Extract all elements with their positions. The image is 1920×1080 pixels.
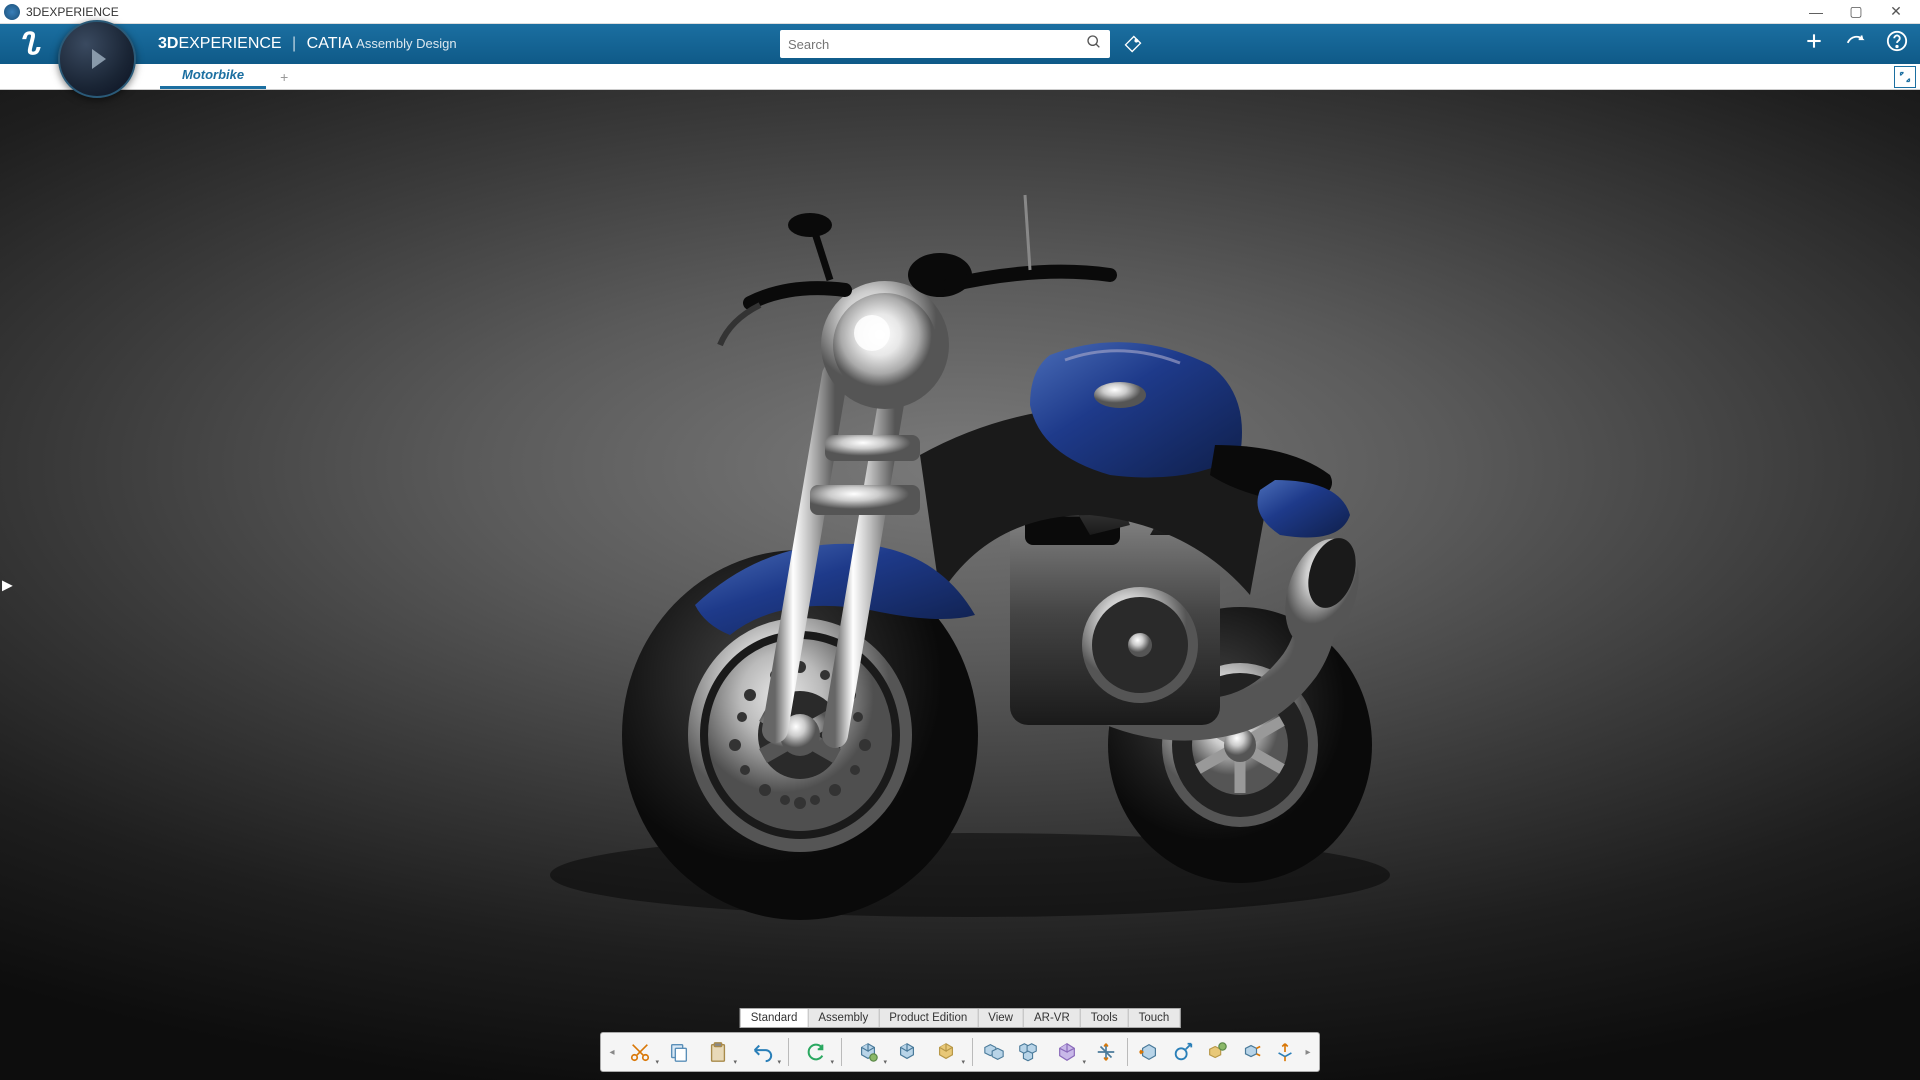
snap-button[interactable]	[1167, 1036, 1199, 1068]
toolbar-expand-right[interactable]: ▸	[1303, 1047, 1313, 1058]
compass-icon[interactable]	[58, 20, 136, 98]
tab-assembly[interactable]: Assembly	[808, 1009, 879, 1027]
search-box[interactable]	[780, 30, 1110, 58]
action-toolbar: ◂ ▾ ▾ ▾ ▾ ▾ ▾ ▾ ▸	[600, 1032, 1320, 1072]
update-button[interactable]: ▾	[794, 1036, 836, 1068]
brand-main: EXPERIENCE	[178, 35, 281, 52]
action-bar-tabs: Standard Assembly Product Edition View A…	[740, 1008, 1181, 1028]
help-button[interactable]	[1886, 30, 1908, 58]
brand-label: 3DEXPERIENCE | CATIA Assembly Design	[158, 35, 457, 53]
minimize-button[interactable]: —	[1796, 1, 1836, 23]
tab-ar-vr[interactable]: AR-VR	[1024, 1009, 1081, 1027]
tag-icon[interactable]	[1117, 34, 1143, 54]
app-name: CATIA	[307, 35, 352, 52]
tree-expand-handle[interactable]: ▶	[0, 573, 15, 598]
explode-button[interactable]	[1235, 1036, 1267, 1068]
motorbike-model[interactable]	[470, 175, 1450, 955]
tab-motorbike[interactable]: Motorbike	[160, 63, 266, 89]
cut-button[interactable]: ▾	[619, 1036, 661, 1068]
tab-view[interactable]: View	[978, 1009, 1024, 1027]
sub-product-button[interactable]: ▾	[847, 1036, 889, 1068]
fast-multi-button[interactable]	[1133, 1036, 1165, 1068]
window-title: 3DEXPERIENCE	[26, 5, 119, 19]
top-bar: ᔐ 3DEXPERIENCE | CATIA Assembly Design	[0, 24, 1920, 64]
engineering-connection-button[interactable]	[978, 1036, 1010, 1068]
toolbar-expand-left[interactable]: ◂	[607, 1047, 617, 1058]
app-icon	[4, 4, 20, 20]
tab-standard[interactable]: Standard	[741, 1009, 809, 1027]
undo-button[interactable]: ▾	[741, 1036, 783, 1068]
paste-button[interactable]: ▾	[697, 1036, 739, 1068]
tab-touch[interactable]: Touch	[1129, 1009, 1180, 1027]
document-tabs: Motorbike +	[0, 64, 1920, 90]
smart-move-button[interactable]	[1269, 1036, 1301, 1068]
search-input[interactable]	[788, 37, 1086, 52]
brand-prefix: 3D	[158, 35, 178, 52]
manipulation-button[interactable]	[1090, 1036, 1122, 1068]
search-icon[interactable]	[1086, 34, 1102, 55]
product-button[interactable]	[891, 1036, 923, 1068]
all-constraints-button[interactable]	[1012, 1036, 1044, 1068]
tab-tools[interactable]: Tools	[1081, 1009, 1129, 1027]
flexible-rigid-button[interactable]: ▾	[1046, 1036, 1088, 1068]
share-button[interactable]	[1844, 30, 1866, 58]
component-button[interactable]: ▾	[925, 1036, 967, 1068]
ds-logo-icon: ᔐ	[18, 27, 58, 62]
tab-add-button[interactable]: +	[266, 65, 302, 89]
tab-product-edition[interactable]: Product Edition	[879, 1009, 978, 1027]
copy-button[interactable]	[663, 1036, 695, 1068]
window-titlebar: 3DEXPERIENCE — ▢ ✕	[0, 0, 1920, 24]
viewport-3d[interactable]: ▶	[0, 90, 1920, 1080]
add-button[interactable]	[1804, 31, 1824, 57]
fit-all-button[interactable]	[1201, 1036, 1233, 1068]
module-name: Assembly Design	[356, 36, 456, 51]
close-button[interactable]: ✕	[1876, 1, 1916, 23]
maximize-button[interactable]: ▢	[1836, 1, 1876, 23]
collapse-icon[interactable]	[1894, 66, 1916, 88]
